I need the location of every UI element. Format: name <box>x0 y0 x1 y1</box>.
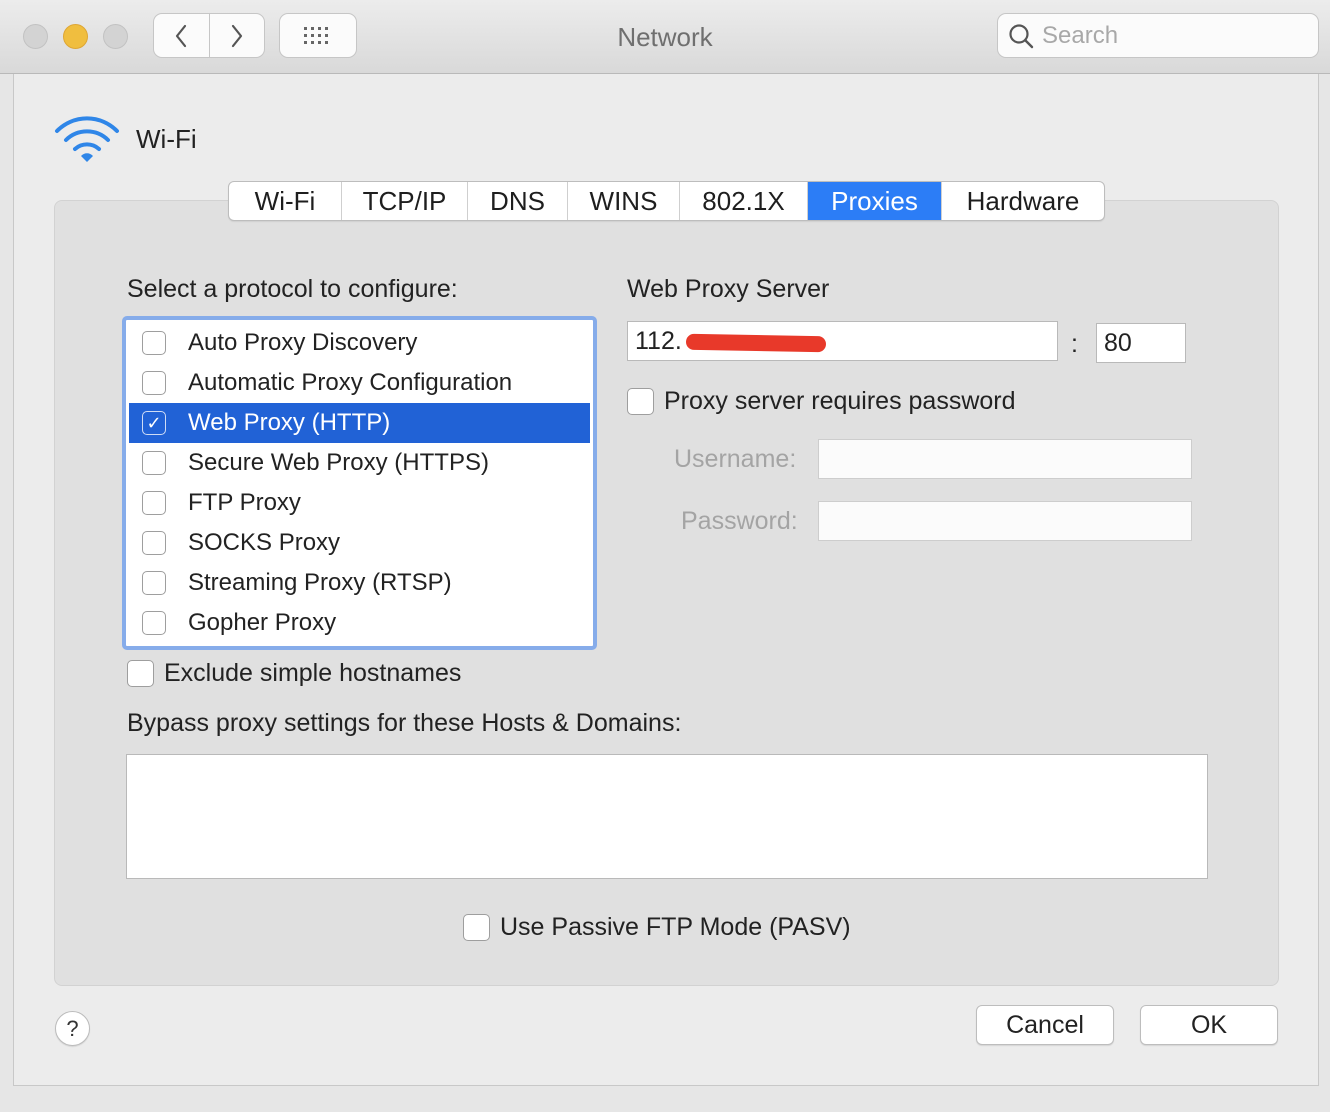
protocol-label: Auto Proxy Discovery <box>188 329 418 356</box>
proxy-port-field[interactable]: 80 <box>1096 323 1186 363</box>
help-button[interactable]: ? <box>55 1011 90 1046</box>
protocol-label: Web Proxy (HTTP) <box>188 409 391 436</box>
requires-password-row[interactable]: Proxy server requires password <box>627 387 1016 416</box>
protocol-checkbox[interactable] <box>142 611 166 635</box>
protocol-checkbox[interactable] <box>142 371 166 395</box>
network-preferences-window: Network Wi-Fi Wi-Fi TCP/IP DNS WINS <box>0 0 1330 1112</box>
protocol-checkbox[interactable] <box>142 491 166 515</box>
protocol-label: Streaming Proxy (RTSP) <box>188 569 452 596</box>
proxy-address-value: 112. <box>635 326 682 355</box>
password-field[interactable] <box>818 501 1192 541</box>
exclude-simple-row[interactable]: Exclude simple hostnames <box>127 659 461 688</box>
protocol-list-heading: Select a protocol to configure: <box>127 275 458 303</box>
tab-hardware[interactable]: Hardware <box>942 182 1104 220</box>
password-label: Password: <box>681 507 798 535</box>
exclude-simple-label: Exclude simple hostnames <box>164 659 462 687</box>
protocol-item-streaming-proxy[interactable]: Streaming Proxy (RTSP) <box>129 563 590 603</box>
username-field[interactable] <box>818 439 1192 479</box>
proxy-server-heading: Web Proxy Server <box>627 275 830 303</box>
protocol-checkbox[interactable]: ✓ <box>142 411 166 435</box>
bypass-hosts-textarea[interactable] <box>126 754 1208 879</box>
wifi-icon <box>55 116 119 162</box>
cancel-button[interactable]: Cancel <box>976 1005 1114 1045</box>
ok-button[interactable]: OK <box>1140 1005 1278 1045</box>
interface-header: Wi-Fi <box>54 114 197 164</box>
protocol-item-socks-proxy[interactable]: SOCKS Proxy <box>129 523 590 563</box>
checkmark-icon: ✓ <box>146 412 162 433</box>
protocol-item-gopher-proxy[interactable]: Gopher Proxy <box>129 603 590 643</box>
passive-ftp-checkbox[interactable] <box>463 914 490 941</box>
search-icon <box>1009 23 1034 48</box>
protocol-label: Automatic Proxy Configuration <box>188 369 513 396</box>
passive-ftp-label: Use Passive FTP Mode (PASV) <box>500 913 851 941</box>
bypass-label: Bypass proxy settings for these Hosts & … <box>127 709 682 737</box>
port-separator: : <box>1071 330 1078 358</box>
protocol-checkbox[interactable] <box>142 571 166 595</box>
username-label: Username: <box>674 445 797 473</box>
tab-8021x[interactable]: 802.1X <box>680 182 808 220</box>
protocol-checkbox[interactable] <box>142 331 166 355</box>
protocol-item-auto-discovery[interactable]: Auto Proxy Discovery <box>129 323 590 363</box>
protocol-label: Secure Web Proxy (HTTPS) <box>188 449 489 476</box>
search-input[interactable] <box>1042 21 1302 50</box>
requires-password-label: Proxy server requires password <box>664 387 1016 415</box>
protocol-label: FTP Proxy <box>188 489 301 516</box>
protocol-label: SOCKS Proxy <box>188 529 341 556</box>
tab-proxies[interactable]: Proxies <box>808 182 942 220</box>
tab-tcpip[interactable]: TCP/IP <box>342 182 468 220</box>
protocol-list[interactable]: Auto Proxy Discovery Automatic Proxy Con… <box>122 316 597 650</box>
protocol-item-auto-config[interactable]: Automatic Proxy Configuration <box>129 363 590 403</box>
interface-name: Wi-Fi <box>136 123 197 154</box>
proxy-address-field[interactable]: 112. <box>627 321 1058 361</box>
protocol-checkbox[interactable] <box>142 451 166 475</box>
tab-bar: Wi-Fi TCP/IP DNS WINS 802.1X Proxies Har… <box>228 181 1105 221</box>
protocol-checkbox[interactable] <box>142 531 166 555</box>
protocol-item-secure-web-proxy[interactable]: Secure Web Proxy (HTTPS) <box>129 443 590 483</box>
tab-wins[interactable]: WINS <box>568 182 680 220</box>
content-panel: Wi-Fi Wi-Fi TCP/IP DNS WINS 802.1X Proxi… <box>13 74 1319 1086</box>
requires-password-checkbox[interactable] <box>627 388 654 415</box>
tab-dns[interactable]: DNS <box>468 182 568 220</box>
protocol-label: Gopher Proxy <box>188 609 337 636</box>
exclude-simple-checkbox[interactable] <box>127 660 154 687</box>
protocol-item-ftp-proxy[interactable]: FTP Proxy <box>129 483 590 523</box>
title-bar: Network <box>0 0 1330 74</box>
search-field[interactable] <box>997 13 1319 58</box>
passive-ftp-row[interactable]: Use Passive FTP Mode (PASV) <box>463 913 851 942</box>
tab-wifi[interactable]: Wi-Fi <box>229 182 342 220</box>
protocol-item-web-proxy[interactable]: ✓ Web Proxy (HTTP) <box>129 403 590 443</box>
proxy-port-value: 80 <box>1104 328 1132 357</box>
redaction-mark <box>685 333 827 353</box>
